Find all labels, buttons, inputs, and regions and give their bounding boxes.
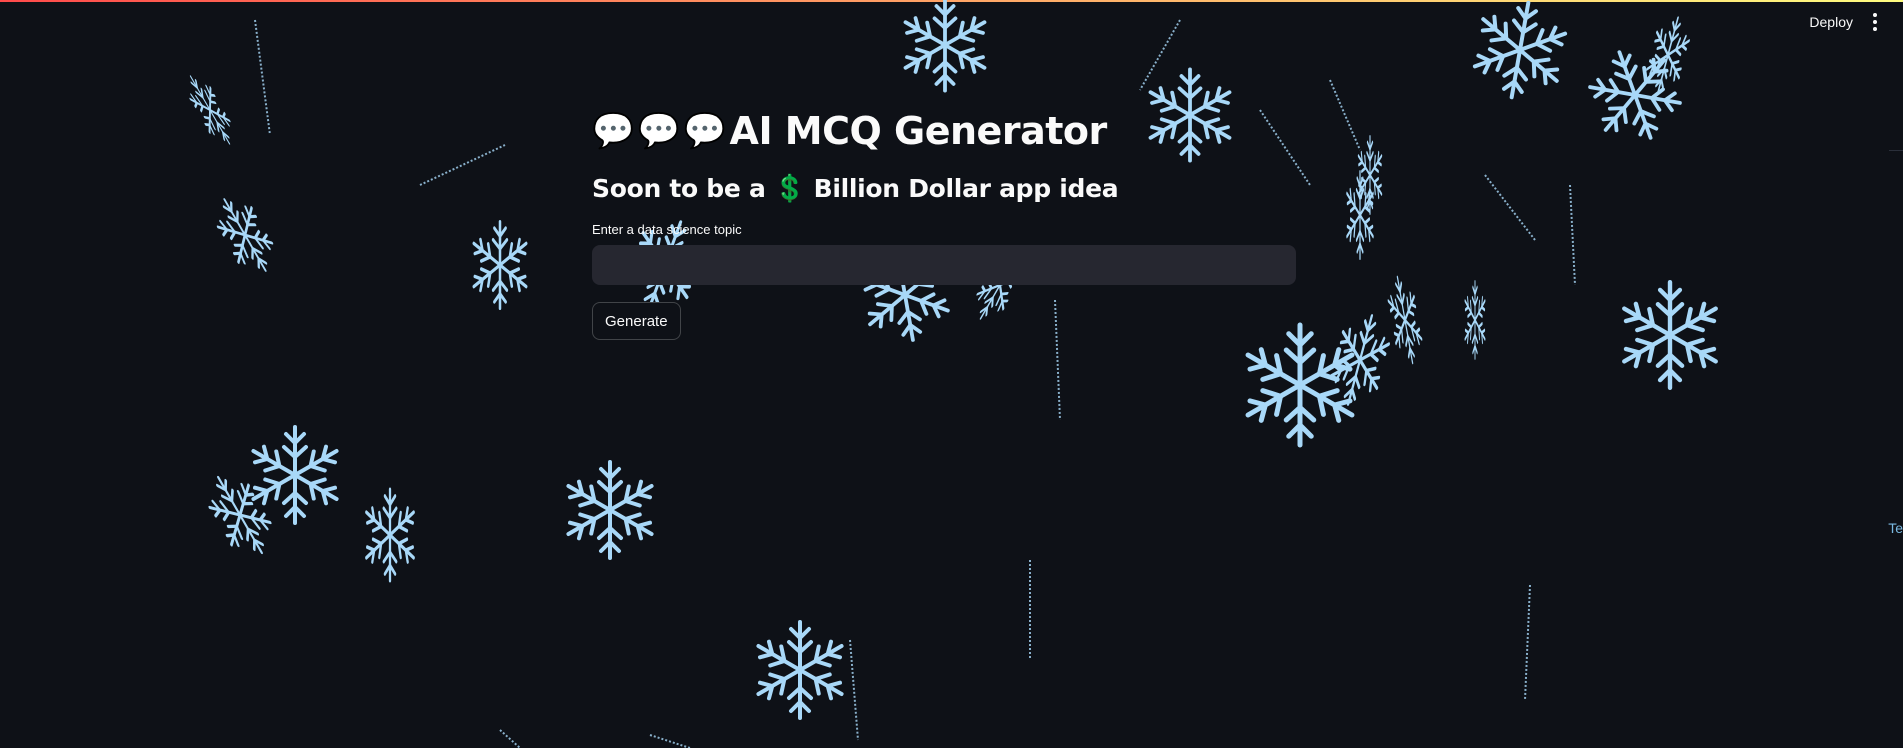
snowflake — [1640, 13, 1696, 97]
scrollbar-track[interactable] — [1889, 150, 1903, 163]
subheader-suffix: Billion Dollar app idea — [813, 174, 1119, 203]
snowflake — [179, 70, 240, 150]
snowflake — [470, 222, 529, 308]
snowflake — [1465, 0, 1574, 105]
vertical-ellipsis-icon[interactable] — [1873, 13, 1877, 31]
snowflake — [196, 465, 283, 565]
snowflake — [1464, 282, 1487, 359]
deploy-button[interactable]: Deploy — [1807, 10, 1855, 34]
snow-streak — [1329, 79, 1361, 151]
snow-streak — [499, 729, 521, 748]
speech-bubble-icon: 💬 — [637, 111, 680, 151]
snowflake — [753, 622, 847, 718]
snowflake — [206, 189, 285, 282]
page-title-text: AI MCQ Generator — [729, 109, 1108, 153]
app-header: Deploy — [1807, 2, 1903, 42]
snow-streak — [1524, 584, 1531, 701]
menu-dot — [1873, 13, 1877, 17]
snow-streak — [254, 19, 271, 136]
snow-streak — [849, 639, 859, 741]
topic-input-label: Enter a data science topic — [592, 222, 742, 237]
app-window: Deploy 💬 💬 💬 AI MCQ Generator Soon to be… — [0, 0, 1903, 748]
speech-bubble-icon: 💬 — [592, 111, 634, 151]
snow-streak — [1484, 174, 1536, 241]
top-decoration-bar — [0, 0, 1903, 2]
menu-dot — [1873, 20, 1877, 24]
snowflake — [1322, 309, 1397, 411]
speech-bubble-icon: 💬 — [683, 111, 726, 151]
main-content: 💬 💬 💬 AI MCQ Generator Soon to be a 💲 Bi… — [592, 108, 1298, 340]
snow-streak — [1139, 19, 1181, 91]
snowflake — [1357, 137, 1383, 214]
subheader: Soon to be a 💲 Billion Dollar app idea — [592, 172, 1298, 206]
snowflake — [363, 489, 417, 580]
generate-button[interactable]: Generate — [592, 302, 681, 340]
snowflake — [1345, 172, 1375, 258]
snow-streak — [649, 734, 691, 748]
snowflake — [1241, 325, 1359, 445]
snowflake — [563, 462, 657, 558]
snowflake — [1383, 275, 1427, 365]
snow-streak — [419, 144, 506, 186]
snowflake — [248, 427, 342, 523]
snowflake — [1618, 282, 1722, 388]
snow-streak — [1569, 184, 1576, 286]
topic-input[interactable] — [592, 245, 1296, 285]
page-title: 💬 💬 💬 AI MCQ Generator — [592, 108, 1298, 154]
snowflake — [900, 0, 989, 91]
snowflake — [1577, 37, 1692, 153]
clipped-edge-text: Te — [1888, 520, 1903, 536]
menu-dot — [1873, 27, 1877, 31]
subheader-prefix: Soon to be a — [592, 174, 766, 203]
dollar-sign-icon: 💲 — [773, 174, 806, 204]
